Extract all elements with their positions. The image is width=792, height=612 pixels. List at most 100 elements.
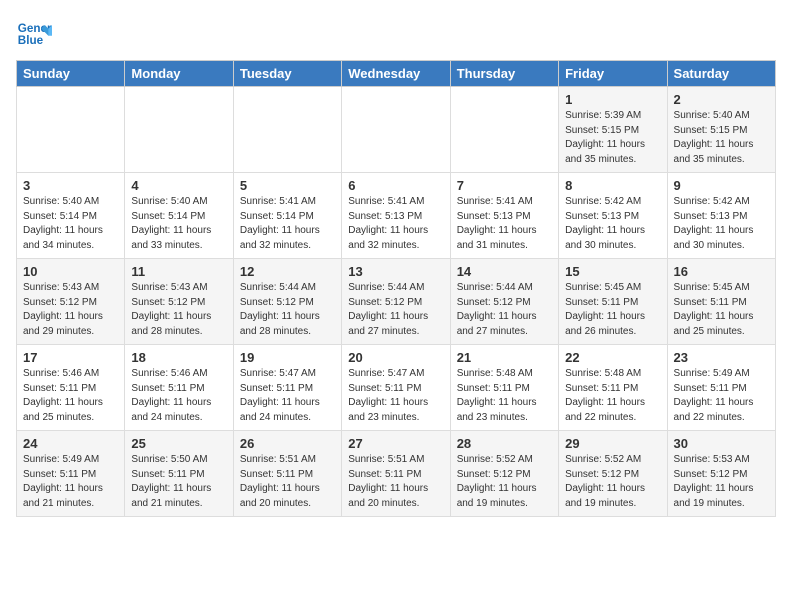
day-number: 8 (565, 178, 660, 193)
day-number: 10 (23, 264, 118, 279)
cell-info: Sunrise: 5:39 AM Sunset: 5:15 PM Dayligh… (565, 109, 660, 167)
calendar-cell: 21 Sunrise: 5:48 AM Sunset: 5:11 PM Dayli… (450, 345, 558, 431)
calendar-cell: 11 Sunrise: 5:43 AM Sunset: 5:12 PM Dayli… (125, 259, 233, 345)
day-header-sunday: Sunday (17, 61, 125, 87)
calendar-cell: 13 Sunrise: 5:44 AM Sunset: 5:12 PM Dayli… (342, 259, 450, 345)
day-number: 16 (674, 264, 769, 279)
cell-info: Sunrise: 5:41 AM Sunset: 5:14 PM Dayligh… (240, 195, 335, 253)
day-header-friday: Friday (559, 61, 667, 87)
cell-info: Sunrise: 5:40 AM Sunset: 5:14 PM Dayligh… (131, 195, 226, 253)
day-number: 22 (565, 350, 660, 365)
calendar-cell: 19 Sunrise: 5:47 AM Sunset: 5:11 PM Dayli… (233, 345, 341, 431)
calendar-cell: 10 Sunrise: 5:43 AM Sunset: 5:12 PM Dayli… (17, 259, 125, 345)
cell-info: Sunrise: 5:46 AM Sunset: 5:11 PM Dayligh… (131, 367, 226, 425)
page-header: General Blue (16, 16, 776, 52)
cell-info: Sunrise: 5:45 AM Sunset: 5:11 PM Dayligh… (565, 281, 660, 339)
cell-info: Sunrise: 5:50 AM Sunset: 5:11 PM Dayligh… (131, 453, 226, 511)
cell-info: Sunrise: 5:40 AM Sunset: 5:14 PM Dayligh… (23, 195, 118, 253)
cell-info: Sunrise: 5:44 AM Sunset: 5:12 PM Dayligh… (457, 281, 552, 339)
day-header-thursday: Thursday (450, 61, 558, 87)
day-number: 23 (674, 350, 769, 365)
cell-info: Sunrise: 5:51 AM Sunset: 5:11 PM Dayligh… (348, 453, 443, 511)
cell-info: Sunrise: 5:45 AM Sunset: 5:11 PM Dayligh… (674, 281, 769, 339)
calendar-cell: 27 Sunrise: 5:51 AM Sunset: 5:11 PM Dayli… (342, 431, 450, 517)
calendar-cell: 4 Sunrise: 5:40 AM Sunset: 5:14 PM Daylig… (125, 173, 233, 259)
cell-info: Sunrise: 5:40 AM Sunset: 5:15 PM Dayligh… (674, 109, 769, 167)
cell-info: Sunrise: 5:49 AM Sunset: 5:11 PM Dayligh… (23, 453, 118, 511)
calendar-cell (450, 87, 558, 173)
cell-info: Sunrise: 5:52 AM Sunset: 5:12 PM Dayligh… (457, 453, 552, 511)
cell-info: Sunrise: 5:42 AM Sunset: 5:13 PM Dayligh… (565, 195, 660, 253)
cell-info: Sunrise: 5:49 AM Sunset: 5:11 PM Dayligh… (674, 367, 769, 425)
calendar-cell: 18 Sunrise: 5:46 AM Sunset: 5:11 PM Dayli… (125, 345, 233, 431)
day-number: 27 (348, 436, 443, 451)
day-number: 13 (348, 264, 443, 279)
calendar-cell: 22 Sunrise: 5:48 AM Sunset: 5:11 PM Dayli… (559, 345, 667, 431)
calendar-cell: 8 Sunrise: 5:42 AM Sunset: 5:13 PM Daylig… (559, 173, 667, 259)
cell-info: Sunrise: 5:42 AM Sunset: 5:13 PM Dayligh… (674, 195, 769, 253)
calendar-cell: 1 Sunrise: 5:39 AM Sunset: 5:15 PM Daylig… (559, 87, 667, 173)
cell-info: Sunrise: 5:46 AM Sunset: 5:11 PM Dayligh… (23, 367, 118, 425)
cell-info: Sunrise: 5:44 AM Sunset: 5:12 PM Dayligh… (348, 281, 443, 339)
cell-info: Sunrise: 5:47 AM Sunset: 5:11 PM Dayligh… (240, 367, 335, 425)
calendar-cell: 25 Sunrise: 5:50 AM Sunset: 5:11 PM Dayli… (125, 431, 233, 517)
day-header-monday: Monday (125, 61, 233, 87)
day-number: 20 (348, 350, 443, 365)
day-number: 3 (23, 178, 118, 193)
logo: General Blue (16, 16, 58, 52)
calendar-week-2: 3 Sunrise: 5:40 AM Sunset: 5:14 PM Daylig… (17, 173, 776, 259)
day-number: 4 (131, 178, 226, 193)
svg-text:Blue: Blue (18, 34, 44, 47)
calendar-week-3: 10 Sunrise: 5:43 AM Sunset: 5:12 PM Dayli… (17, 259, 776, 345)
cell-info: Sunrise: 5:47 AM Sunset: 5:11 PM Dayligh… (348, 367, 443, 425)
cell-info: Sunrise: 5:52 AM Sunset: 5:12 PM Dayligh… (565, 453, 660, 511)
day-number: 19 (240, 350, 335, 365)
day-number: 30 (674, 436, 769, 451)
day-number: 26 (240, 436, 335, 451)
cell-info: Sunrise: 5:43 AM Sunset: 5:12 PM Dayligh… (23, 281, 118, 339)
cell-info: Sunrise: 5:51 AM Sunset: 5:11 PM Dayligh… (240, 453, 335, 511)
calendar-cell: 5 Sunrise: 5:41 AM Sunset: 5:14 PM Daylig… (233, 173, 341, 259)
calendar-cell: 3 Sunrise: 5:40 AM Sunset: 5:14 PM Daylig… (17, 173, 125, 259)
calendar-cell: 12 Sunrise: 5:44 AM Sunset: 5:12 PM Dayli… (233, 259, 341, 345)
day-number: 29 (565, 436, 660, 451)
calendar-cell: 6 Sunrise: 5:41 AM Sunset: 5:13 PM Daylig… (342, 173, 450, 259)
calendar-cell: 15 Sunrise: 5:45 AM Sunset: 5:11 PM Dayli… (559, 259, 667, 345)
day-number: 12 (240, 264, 335, 279)
calendar-cell: 23 Sunrise: 5:49 AM Sunset: 5:11 PM Dayli… (667, 345, 775, 431)
day-number: 28 (457, 436, 552, 451)
calendar-cell: 16 Sunrise: 5:45 AM Sunset: 5:11 PM Dayli… (667, 259, 775, 345)
day-number: 11 (131, 264, 226, 279)
day-number: 1 (565, 92, 660, 107)
cell-info: Sunrise: 5:41 AM Sunset: 5:13 PM Dayligh… (348, 195, 443, 253)
calendar-week-1: 1 Sunrise: 5:39 AM Sunset: 5:15 PM Daylig… (17, 87, 776, 173)
calendar-cell: 24Sunrise: 5:49 AM Sunset: 5:11 PM Dayli… (17, 431, 125, 517)
day-number: 15 (565, 264, 660, 279)
day-number: 6 (348, 178, 443, 193)
day-number: 21 (457, 350, 552, 365)
day-number: 25 (131, 436, 226, 451)
calendar-cell (233, 87, 341, 173)
calendar-cell: 20 Sunrise: 5:47 AM Sunset: 5:11 PM Dayli… (342, 345, 450, 431)
cell-info: Sunrise: 5:41 AM Sunset: 5:13 PM Dayligh… (457, 195, 552, 253)
calendar-cell: 17Sunrise: 5:46 AM Sunset: 5:11 PM Dayli… (17, 345, 125, 431)
cell-info: Sunrise: 5:48 AM Sunset: 5:11 PM Dayligh… (457, 367, 552, 425)
calendar-header-row: SundayMondayTuesdayWednesdayThursdayFrid… (17, 61, 776, 87)
day-number: 5 (240, 178, 335, 193)
cell-info: Sunrise: 5:53 AM Sunset: 5:12 PM Dayligh… (674, 453, 769, 511)
cell-info: Sunrise: 5:43 AM Sunset: 5:12 PM Dayligh… (131, 281, 226, 339)
logo-icon: General Blue (16, 16, 52, 52)
day-number: 14 (457, 264, 552, 279)
calendar-cell: 2Sunrise: 5:40 AM Sunset: 5:15 PM Daylig… (667, 87, 775, 173)
calendar-cell (342, 87, 450, 173)
calendar-cell: 29 Sunrise: 5:52 AM Sunset: 5:12 PM Dayli… (559, 431, 667, 517)
cell-info: Sunrise: 5:44 AM Sunset: 5:12 PM Dayligh… (240, 281, 335, 339)
calendar: SundayMondayTuesdayWednesdayThursdayFrid… (16, 60, 776, 517)
day-number: 7 (457, 178, 552, 193)
day-number: 9 (674, 178, 769, 193)
day-header-saturday: Saturday (667, 61, 775, 87)
day-number: 18 (131, 350, 226, 365)
calendar-cell (17, 87, 125, 173)
cell-info: Sunrise: 5:48 AM Sunset: 5:11 PM Dayligh… (565, 367, 660, 425)
day-header-tuesday: Tuesday (233, 61, 341, 87)
